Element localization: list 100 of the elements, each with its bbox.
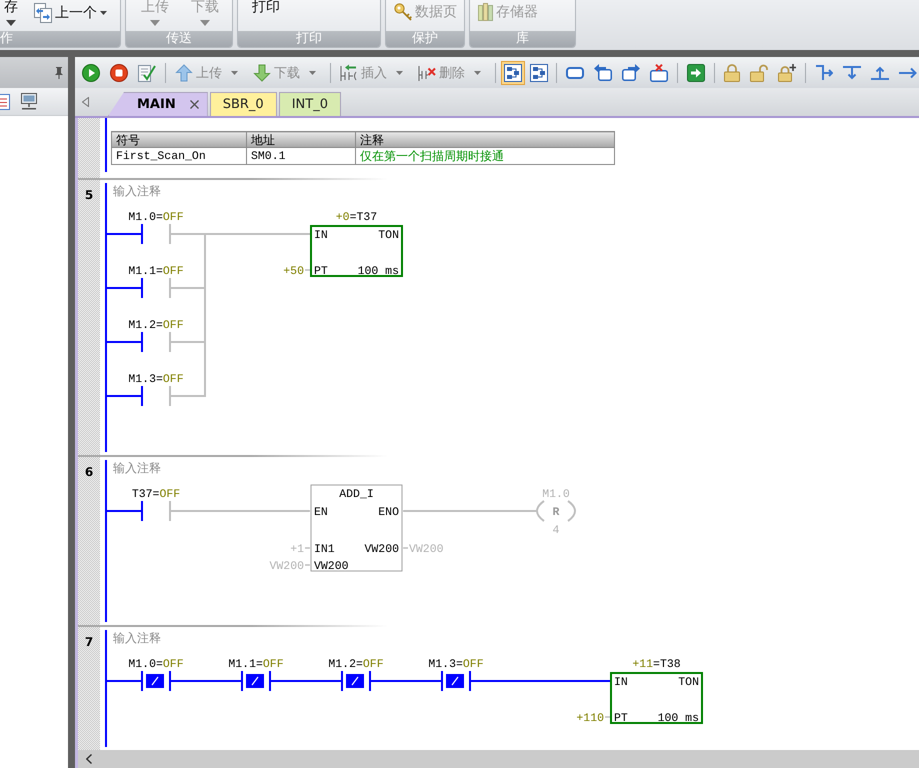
pin-label: ENO — [378, 506, 399, 519]
caret-icon — [231, 70, 238, 74]
wire — [605, 716, 610, 718]
contact-label: M1.1=OFF — [228, 658, 284, 671]
padlock-plus-icon[interactable] — [778, 64, 796, 82]
left-triangle-icon[interactable] — [82, 97, 89, 107]
table-cell: SM0.1 — [246, 148, 356, 164]
pin-label: PT — [314, 265, 328, 278]
wire — [106, 510, 141, 512]
network-comment: 输入注释 — [113, 461, 161, 475]
open-padlock-icon[interactable] — [750, 64, 768, 82]
save-button[interactable]: 存 — [4, 0, 18, 26]
computer-icon[interactable] — [20, 93, 38, 110]
contact-label: M1.0=OFF — [128, 658, 184, 671]
box-left-arrow-icon[interactable] — [594, 64, 612, 81]
tab[interactable]: INT_0 — [278, 92, 341, 116]
input-value: +1 — [290, 543, 304, 556]
timer-label: +0=T37 — [336, 211, 378, 224]
down-arrow-icon — [253, 64, 271, 82]
coil-symbol[interactable] — [536, 500, 576, 522]
stop-icon[interactable] — [110, 64, 128, 82]
pin-label: IN — [314, 229, 328, 242]
group-label: 打印 — [238, 31, 380, 47]
view-toggle-button[interactable] — [501, 60, 525, 84]
pin-label: 100 ms — [358, 265, 399, 278]
normally-closed-contact[interactable] — [441, 671, 471, 691]
wire — [106, 233, 141, 235]
input-value: +110 — [576, 712, 604, 725]
network-gutter — [78, 118, 100, 178]
function-block[interactable] — [310, 225, 403, 277]
pin-label: IN — [614, 676, 628, 689]
diagram-icon — [504, 64, 522, 82]
contact-label: M1.3=OFF — [428, 658, 484, 671]
caret-icon — [474, 70, 481, 74]
function-block[interactable] — [310, 484, 402, 572]
group-label: 保护 — [386, 31, 464, 47]
table-header-cell: 符号 — [112, 132, 246, 148]
branch-line-icon[interactable] — [815, 64, 833, 80]
caret-icon — [100, 11, 107, 15]
wire — [305, 269, 310, 271]
block-title: ADD_I — [339, 488, 374, 501]
coil-type-label: R — [552, 506, 560, 519]
list-icon[interactable] — [0, 94, 10, 110]
contact-label: M1.3=OFF — [128, 373, 184, 386]
table-header-cell: 注释 — [356, 132, 614, 148]
rounded-rect-icon[interactable] — [566, 66, 584, 78]
pin-icon[interactable] — [55, 66, 63, 78]
up-line-icon[interactable] — [871, 66, 889, 80]
network-comment: 输入注释 — [113, 184, 161, 198]
wire — [403, 547, 408, 549]
wire — [171, 680, 241, 682]
wire — [371, 680, 441, 682]
normally-open-contact[interactable] — [141, 501, 171, 521]
network-number: 6 — [84, 465, 94, 479]
normally-closed-contact[interactable] — [241, 671, 271, 691]
normally-closed-contact[interactable] — [341, 671, 371, 691]
pin-label: VW200 — [364, 543, 399, 556]
group-label: 作 — [0, 31, 120, 47]
caret-icon — [6, 20, 16, 26]
contact-label: M1.0=OFF — [128, 211, 184, 224]
pin-label: PT — [614, 712, 628, 725]
normally-closed-contact[interactable] — [141, 671, 171, 691]
contact-label: T37=OFF — [132, 488, 180, 501]
input-value: VW200 — [269, 560, 304, 573]
bracket-x-icon — [418, 64, 436, 82]
caret-icon — [200, 20, 210, 26]
pin-label: IN1 — [314, 543, 335, 556]
books-icon — [478, 3, 493, 21]
key-icon — [394, 3, 412, 21]
input-value: +50 — [283, 265, 304, 278]
normally-open-contact[interactable] — [141, 278, 171, 298]
up-arrow-icon — [175, 64, 193, 82]
network-number: 7 — [84, 635, 94, 649]
wire — [106, 341, 141, 343]
previous-button[interactable]: 上一个 — [34, 3, 107, 23]
group-label: 传送 — [126, 31, 232, 47]
down-line-icon[interactable] — [843, 66, 861, 80]
normally-open-contact[interactable] — [141, 386, 171, 406]
normally-open-contact[interactable] — [141, 332, 171, 352]
tab[interactable]: MAIN — [108, 92, 208, 116]
contact-label: M1.1=OFF — [128, 265, 184, 278]
tab[interactable]: SBR_0 — [210, 92, 277, 116]
checklist-icon[interactable] — [138, 64, 156, 82]
padlock-icon[interactable] — [724, 64, 740, 82]
caret-icon — [150, 20, 160, 26]
function-block[interactable] — [610, 672, 703, 724]
contact-label: M1.2=OFF — [128, 319, 184, 332]
group-label: 库 — [470, 31, 575, 47]
close-icon[interactable] — [190, 100, 199, 109]
box-x-icon[interactable] — [650, 64, 668, 82]
play-icon[interactable] — [82, 64, 100, 82]
left-chevron-icon[interactable] — [86, 754, 92, 764]
table-cell: 仅在第一个扫描周期时接通 — [356, 148, 614, 164]
wire — [305, 564, 310, 566]
coil-count: 4 — [552, 524, 560, 537]
horizontal-scrollbar[interactable] — [75, 750, 919, 768]
normally-open-contact[interactable] — [141, 224, 171, 244]
box-right-arrow-icon[interactable] — [622, 64, 640, 81]
pin-label: EN — [314, 506, 328, 519]
right-arrow-icon[interactable] — [899, 66, 917, 78]
